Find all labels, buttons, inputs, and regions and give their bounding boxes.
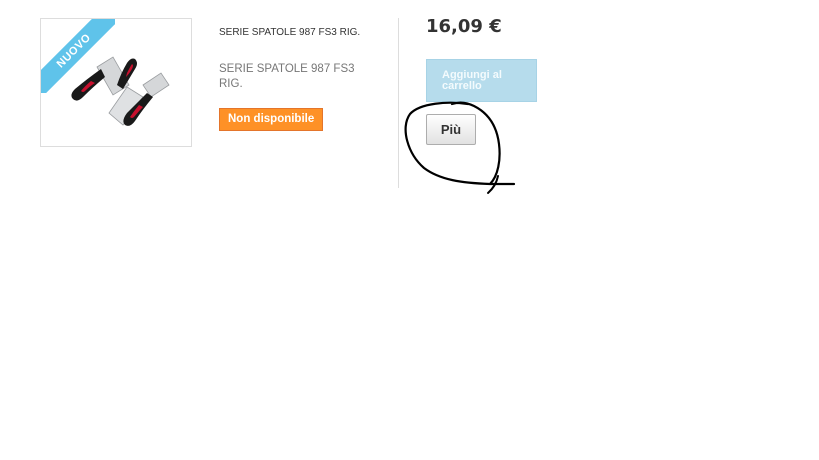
product-name-link[interactable]: SERIE SPATOLE 987 FS3 RIG.: [219, 27, 360, 38]
column-divider: [398, 18, 399, 188]
availability-badge: Non disponibile: [219, 108, 324, 131]
product-list-item: Nuovo SERIE SPATOLE 987 FS3 RIG. SERIE S…: [0, 0, 819, 460]
product-image-link[interactable]: Nuovo: [40, 18, 192, 147]
new-badge-label: Nuovo: [41, 19, 115, 93]
product-description: SERIE SPATOLE 987 FS3 RIG.: [219, 63, 355, 90]
add-to-cart-button[interactable]: Aggiungi al carrello: [426, 59, 537, 102]
product-price: 16,09 €: [426, 16, 502, 37]
more-button[interactable]: Più: [426, 114, 476, 145]
new-badge: Nuovo: [41, 19, 115, 93]
